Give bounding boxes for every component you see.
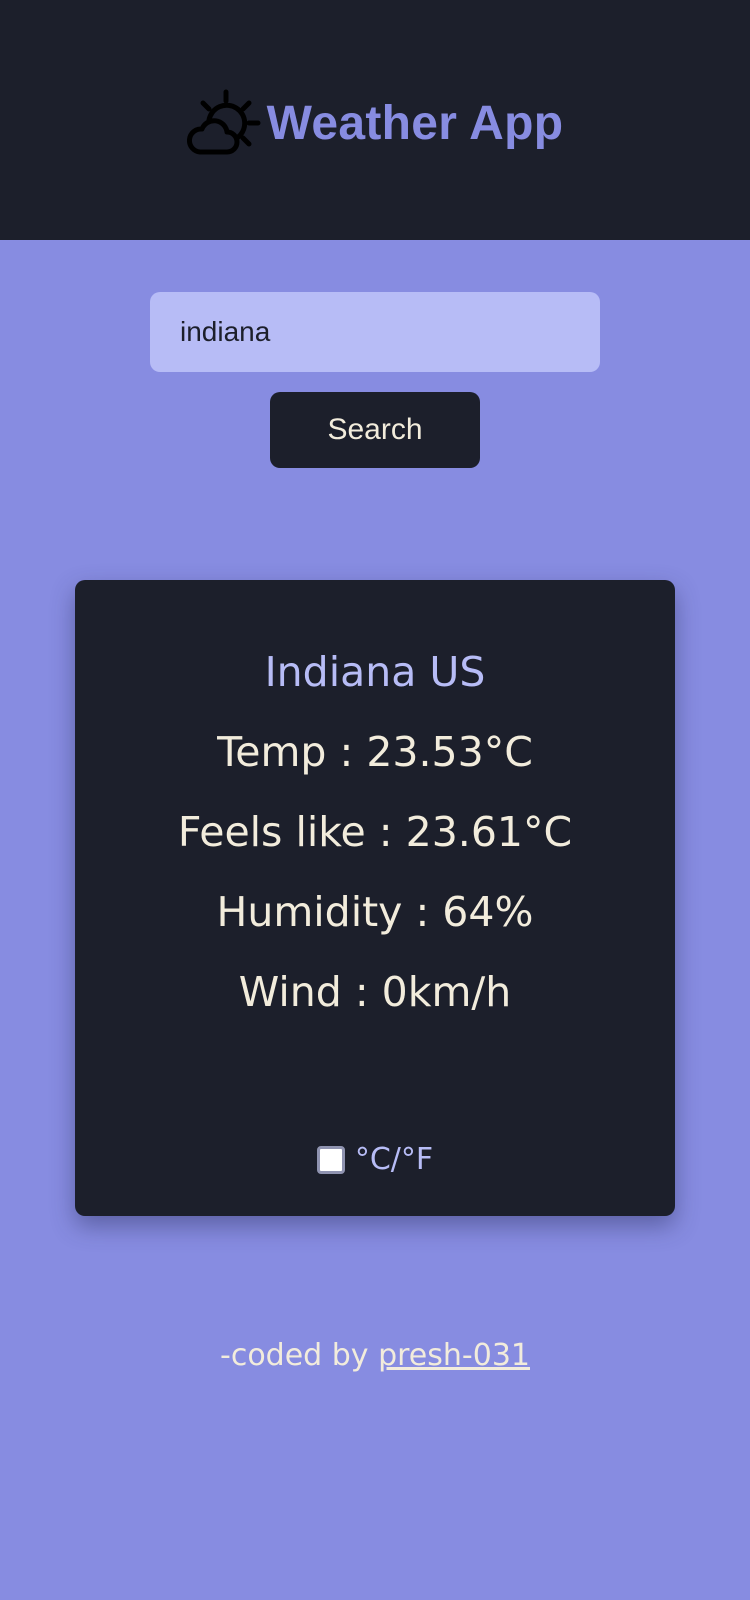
unit-toggle: °C/°F: [75, 1142, 675, 1177]
app-title: Weather App: [266, 96, 564, 150]
app-logo: Weather App: [186, 88, 564, 158]
feels-like-value: Feels like : 23.61°C: [177, 808, 573, 856]
footer-prefix: -coded by: [220, 1338, 379, 1373]
unit-toggle-label: °C/°F: [354, 1142, 434, 1177]
footer-credit: -coded by presh-031: [0, 1338, 750, 1373]
search-input[interactable]: [150, 292, 600, 372]
wind-value: Wind : 0km/h: [238, 968, 512, 1016]
partly-cloudy-icon: [186, 88, 263, 158]
location-name: Indiana US: [264, 648, 486, 696]
humidity-value: Humidity : 64%: [216, 888, 534, 936]
unit-checkbox[interactable]: [316, 1145, 345, 1174]
search-button[interactable]: Search: [270, 392, 480, 468]
temperature-value: Temp : 23.53°C: [217, 728, 533, 776]
author-link[interactable]: presh-031: [378, 1338, 530, 1373]
app-header: Weather App: [0, 0, 750, 240]
weather-card: Indiana US Temp : 23.53°C Feels like : 2…: [75, 580, 675, 1216]
